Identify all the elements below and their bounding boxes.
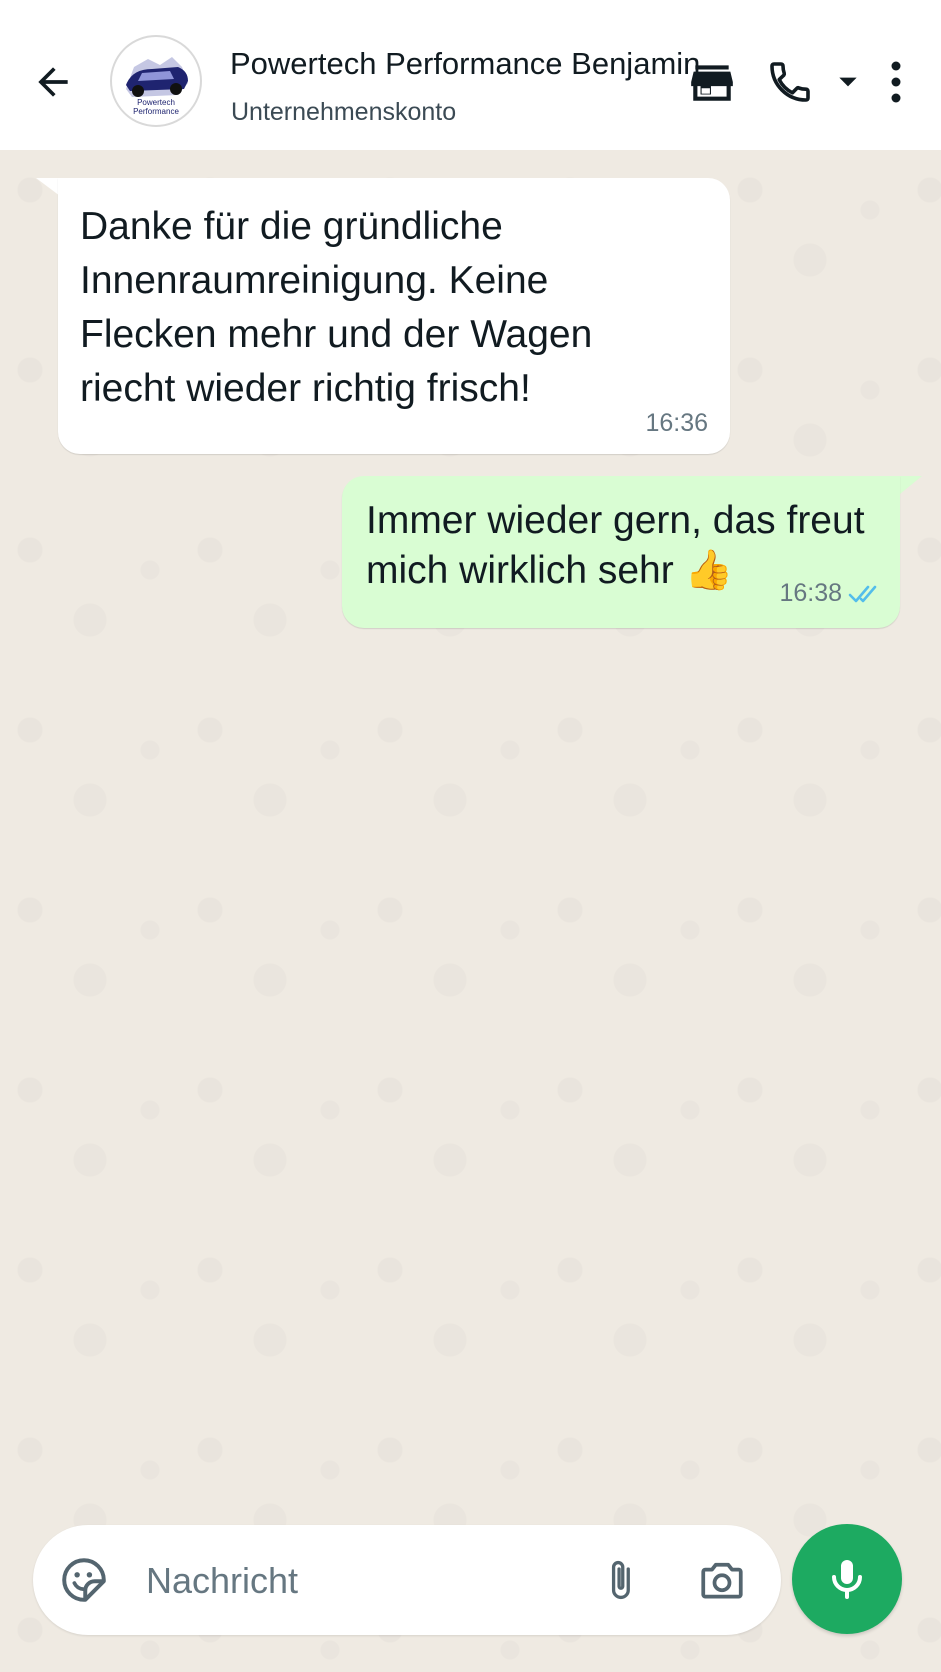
attach-button[interactable] bbox=[593, 1553, 647, 1607]
chevron-down-icon bbox=[839, 77, 857, 87]
back-button[interactable] bbox=[28, 57, 78, 107]
call-options-dropdown[interactable] bbox=[832, 66, 864, 98]
phone-icon bbox=[770, 62, 810, 102]
outgoing-message[interactable]: Immer wieder gern, das freut mich wirkli… bbox=[342, 476, 900, 628]
message-composer: Nachricht bbox=[33, 1525, 781, 1635]
message-line: Flecken mehr und der Wagen bbox=[80, 313, 593, 356]
contact-name[interactable]: Powertech Performance Benjamin bbox=[230, 46, 700, 82]
message-line: Danke für die gründliche bbox=[80, 205, 503, 248]
avatar-text-line1: Powertech bbox=[137, 98, 175, 107]
more-options-button[interactable] bbox=[878, 56, 914, 108]
message-line: Immer wieder gern, das freut bbox=[366, 499, 865, 542]
message-meta: 16:38 bbox=[779, 579, 882, 608]
thumbs-up-emoji: 👍 bbox=[684, 549, 734, 592]
more-vert-icon bbox=[891, 61, 901, 103]
sticker-button[interactable] bbox=[57, 1553, 111, 1607]
mic-icon bbox=[832, 1560, 862, 1599]
incoming-bubble-tail bbox=[36, 178, 60, 196]
sticker-icon bbox=[62, 1558, 106, 1602]
chat-header: Powertech Performance Powertech Performa… bbox=[0, 0, 941, 150]
avatar-text-line2: Performance bbox=[133, 107, 179, 116]
double-check-icon bbox=[848, 585, 877, 602]
store-button[interactable] bbox=[682, 54, 742, 110]
incoming-message[interactable]: Danke für die gründliche Innenraumreinig… bbox=[58, 178, 730, 454]
contact-subtitle: Unternehmenskonto bbox=[231, 98, 457, 126]
camera-icon bbox=[701, 1562, 743, 1599]
message-line: Innenraumreinigung. Keine bbox=[80, 259, 549, 302]
call-button[interactable] bbox=[760, 54, 820, 110]
back-arrow-icon bbox=[38, 67, 68, 97]
powertech-logo-icon: Powertech Performance bbox=[126, 57, 188, 116]
contact-avatar[interactable]: Powertech Performance bbox=[110, 35, 202, 127]
incoming-message-text: Danke für die gründliche Innenraumreinig… bbox=[80, 200, 700, 416]
message-time: 16:36 bbox=[645, 409, 708, 437]
outgoing-bubble-tail bbox=[900, 476, 922, 494]
attach-icon bbox=[611, 1561, 630, 1599]
store-icon bbox=[691, 65, 733, 101]
message-time: 16:38 bbox=[779, 579, 842, 607]
message-line: riecht wieder richtig frisch! bbox=[80, 367, 531, 410]
camera-button[interactable] bbox=[691, 1553, 753, 1607]
message-input[interactable]: Nachricht bbox=[146, 1560, 298, 1602]
message-line: mich wirklich sehr bbox=[366, 549, 674, 592]
voice-message-button[interactable] bbox=[792, 1524, 902, 1634]
